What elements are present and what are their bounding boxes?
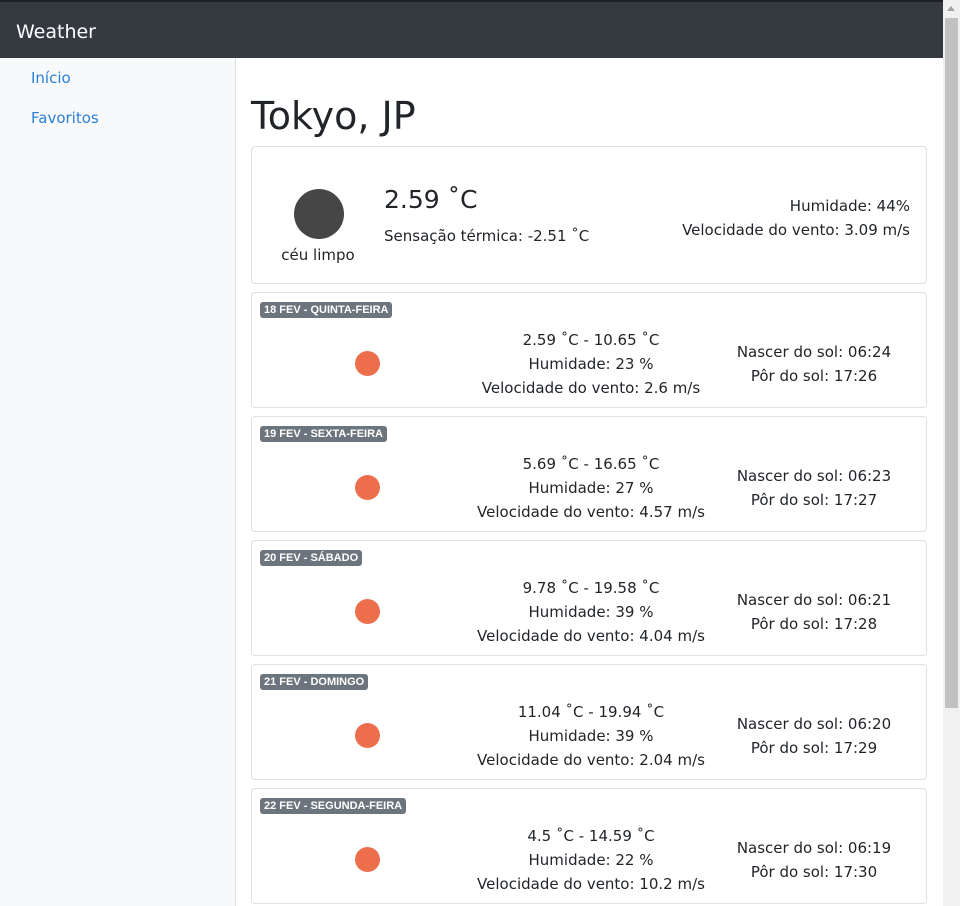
scrollbar-thumb[interactable] — [945, 18, 958, 708]
forecast-wind: Velocidade do vento: 4.57 m/s — [477, 503, 705, 521]
forecast-details: 9.78 ˚C - 19.58 ˚C Humidade: 39 % Veloci… — [476, 576, 706, 648]
forecast-humidity: Humidade: 39 % — [528, 727, 654, 745]
forecast-details: 2.59 ˚C - 10.65 ˚C Humidade: 23 % Veloci… — [476, 328, 706, 400]
sidebar-item-favoritos[interactable]: Favoritos — [31, 109, 99, 127]
top-navbar: Weather — [0, 0, 944, 58]
forecast-humidity: Humidade: 23 % — [528, 355, 654, 373]
forecast-wind: Velocidade do vento: 4.04 m/s — [477, 627, 705, 645]
current-wind: Velocidade do vento: 3.09 m/s — [682, 221, 910, 239]
forecast-date-badge: 20 FEV - SÁBADO — [260, 550, 363, 566]
forecast-sunrise: Nascer do sol: 06:20 — [736, 715, 892, 733]
vertical-scrollbar[interactable] — [943, 0, 960, 906]
forecast-card: 19 FEV - SEXTA-FEIRA 5.69 ˚C - 16.65 ˚C … — [251, 416, 927, 532]
forecast-card: 21 FEV - DOMINGO 11.04 ˚C - 19.94 ˚C Hum… — [251, 664, 927, 780]
navbar-brand[interactable]: Weather — [16, 21, 96, 43]
page-title: Tokyo, JP — [251, 94, 416, 138]
current-weather-card: céu limpo 2.59 ˚C Sensação térmica: -2.5… — [251, 146, 927, 284]
forecast-sunset: Pôr do sol: 17:30 — [750, 863, 878, 881]
forecast-wind: Velocidade do vento: 2.04 m/s — [477, 751, 705, 769]
forecast-card: 18 FEV - QUINTA-FEIRA 2.59 ˚C - 10.65 ˚C… — [251, 292, 927, 408]
forecast-sunset: Pôr do sol: 17:27 — [750, 491, 878, 509]
forecast-date-badge: 18 FEV - QUINTA-FEIRA — [260, 302, 393, 318]
forecast-details: 5.69 ˚C - 16.65 ˚C Humidade: 27 % Veloci… — [476, 452, 706, 524]
sidebar-item-inicio[interactable]: Início — [31, 69, 71, 87]
forecast-sun-times: Nascer do sol: 06:24 Pôr do sol: 17:26 — [714, 340, 914, 388]
forecast-humidity: Humidade: 39 % — [528, 603, 654, 621]
sun-icon — [355, 475, 380, 500]
forecast-humidity: Humidade: 22 % — [528, 851, 654, 869]
forecast-sun-times: Nascer do sol: 06:20 Pôr do sol: 17:29 — [714, 712, 914, 760]
forecast-sunrise: Nascer do sol: 06:23 — [736, 467, 892, 485]
forecast-sun-times: Nascer do sol: 06:19 Pôr do sol: 17:30 — [714, 836, 914, 884]
forecast-date-badge: 19 FEV - SEXTA-FEIRA — [260, 426, 387, 442]
sun-icon — [355, 599, 380, 624]
feels-like: Sensação térmica: -2.51 ˚C — [384, 227, 590, 245]
current-humidity: Humidade: 44% — [789, 197, 910, 215]
forecast-sunrise: Nascer do sol: 06:21 — [736, 591, 892, 609]
forecast-card: 22 FEV - SEGUNDA-FEIRA 4.5 ˚C - 14.59 ˚C… — [251, 788, 927, 904]
forecast-temp-range: 2.59 ˚C - 10.65 ˚C — [522, 331, 660, 349]
forecast-card: 20 FEV - SÁBADO 9.78 ˚C - 19.58 ˚C Humid… — [251, 540, 927, 656]
forecast-sun-times: Nascer do sol: 06:23 Pôr do sol: 17:27 — [714, 464, 914, 512]
forecast-sunset: Pôr do sol: 17:26 — [750, 367, 878, 385]
forecast-sun-times: Nascer do sol: 06:21 Pôr do sol: 17:28 — [714, 588, 914, 636]
forecast-wind: Velocidade do vento: 10.2 m/s — [477, 875, 705, 893]
forecast-temp-range: 4.5 ˚C - 14.59 ˚C — [527, 827, 655, 845]
forecast-temp-range: 11.04 ˚C - 19.94 ˚C — [517, 703, 665, 721]
forecast-details: 4.5 ˚C - 14.59 ˚C Humidade: 22 % Velocid… — [476, 824, 706, 896]
forecast-details: 11.04 ˚C - 19.94 ˚C Humidade: 39 % Veloc… — [476, 700, 706, 772]
sidebar: Início Favoritos — [0, 58, 236, 906]
current-temperature: 2.59 ˚C — [384, 185, 478, 214]
forecast-sunset: Pôr do sol: 17:28 — [750, 615, 878, 633]
forecast-date-badge: 22 FEV - SEGUNDA-FEIRA — [260, 798, 407, 814]
forecast-sunset: Pôr do sol: 17:29 — [750, 739, 878, 757]
condition-label: céu limpo — [281, 246, 355, 264]
clear-sky-icon — [294, 189, 344, 239]
forecast-sunrise: Nascer do sol: 06:24 — [736, 343, 892, 361]
scroll-up-arrow-icon[interactable] — [947, 6, 955, 11]
forecast-humidity: Humidade: 27 % — [528, 479, 654, 497]
current-details: Humidade: 44% Velocidade do vento: 3.09 … — [682, 194, 910, 242]
forecast-wind: Velocidade do vento: 2.6 m/s — [481, 379, 701, 397]
forecast-temp-range: 5.69 ˚C - 16.65 ˚C — [522, 455, 660, 473]
forecast-temp-range: 9.78 ˚C - 19.58 ˚C — [522, 579, 660, 597]
sun-icon — [355, 723, 380, 748]
sun-icon — [355, 847, 380, 872]
forecast-date-badge: 21 FEV - DOMINGO — [260, 674, 369, 690]
sun-icon — [355, 351, 380, 376]
forecast-sunrise: Nascer do sol: 06:19 — [736, 839, 892, 857]
